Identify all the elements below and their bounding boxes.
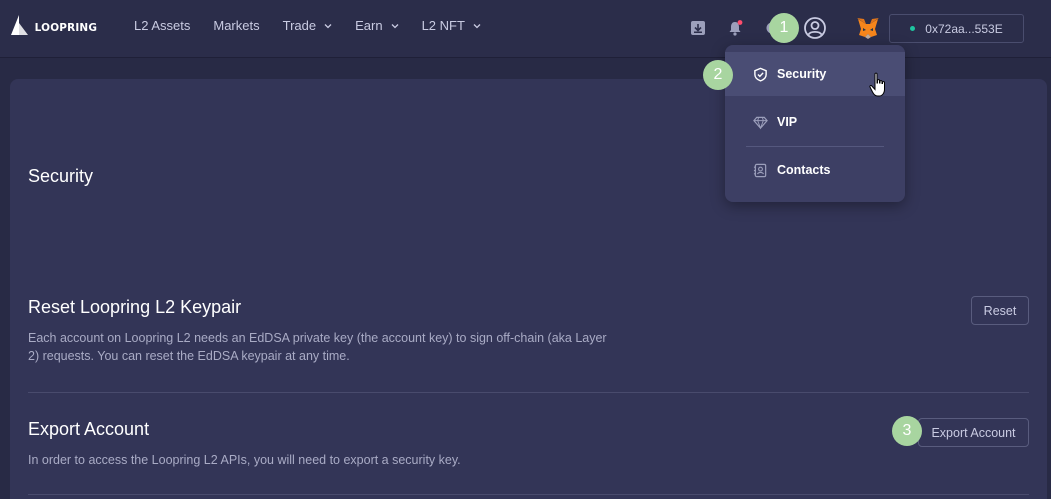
divider xyxy=(28,392,1029,393)
step-badge-2: 2 xyxy=(703,60,733,90)
menu-item-vip[interactable]: VIP xyxy=(725,100,905,144)
nav-earn[interactable]: Earn xyxy=(355,18,399,33)
account-dropdown-menu: Security VIP Contacts xyxy=(725,45,905,202)
step-badge-1: 1 xyxy=(769,13,799,43)
logo-text: LOOPRING xyxy=(34,20,98,34)
reset-keypair-description: Each account on Loopring L2 needs an EdD… xyxy=(28,331,607,363)
diamond-icon xyxy=(753,116,768,129)
menu-item-label: VIP xyxy=(777,115,798,129)
reset-keypair-title: Reset Loopring L2 Keypair xyxy=(28,297,242,317)
main-nav: L2 Assets Markets Trade Earn L2 NFT xyxy=(134,18,504,33)
step-badge-3: 3 xyxy=(892,416,922,446)
chevron-down-icon xyxy=(324,23,332,28)
nav-label: Trade xyxy=(282,18,317,33)
reset-button[interactable]: Reset xyxy=(971,296,1029,325)
download-icon[interactable] xyxy=(690,20,706,36)
export-account-button[interactable]: Export Account xyxy=(918,418,1029,447)
nav-label: L2 NFT xyxy=(421,18,465,33)
account-icon[interactable] xyxy=(803,16,827,40)
menu-item-label: Security xyxy=(777,67,827,81)
hand-cursor-icon xyxy=(869,72,885,97)
menu-separator xyxy=(746,146,884,147)
export-account-title: Export Account xyxy=(28,419,150,439)
contacts-icon xyxy=(753,163,767,177)
menu-item-label: Contacts xyxy=(777,163,831,177)
nav-label: L2 Assets xyxy=(134,18,191,33)
nav-label: Markets xyxy=(213,18,260,33)
chevron-down-icon xyxy=(473,23,481,28)
bell-icon[interactable] xyxy=(727,19,745,37)
wallet-address-button[interactable]: 0x72aa...553E xyxy=(889,14,1024,43)
nav-trade[interactable]: Trade xyxy=(283,18,332,33)
menu-item-contacts[interactable]: Contacts xyxy=(725,148,905,192)
connection-status-dot xyxy=(910,26,916,31)
wallet-address: 0x72aa...553E xyxy=(925,21,1003,36)
nav-l2-nft[interactable]: L2 NFT xyxy=(422,18,481,33)
metamask-fox-icon[interactable] xyxy=(855,15,881,41)
page-title: Security xyxy=(28,166,94,186)
divider xyxy=(28,494,1029,495)
nav-label: Earn xyxy=(355,18,383,33)
loopring-logo[interactable]: LOOPRING xyxy=(8,14,99,40)
shield-icon xyxy=(754,67,767,82)
nav-l2-assets[interactable]: L2 Assets xyxy=(134,18,190,33)
loopring-logo-icon xyxy=(11,15,28,35)
chevron-down-icon xyxy=(391,23,399,28)
export-account-description: In order to access the Loopring L2 APIs,… xyxy=(28,453,461,467)
nav-markets[interactable]: Markets xyxy=(213,18,259,33)
